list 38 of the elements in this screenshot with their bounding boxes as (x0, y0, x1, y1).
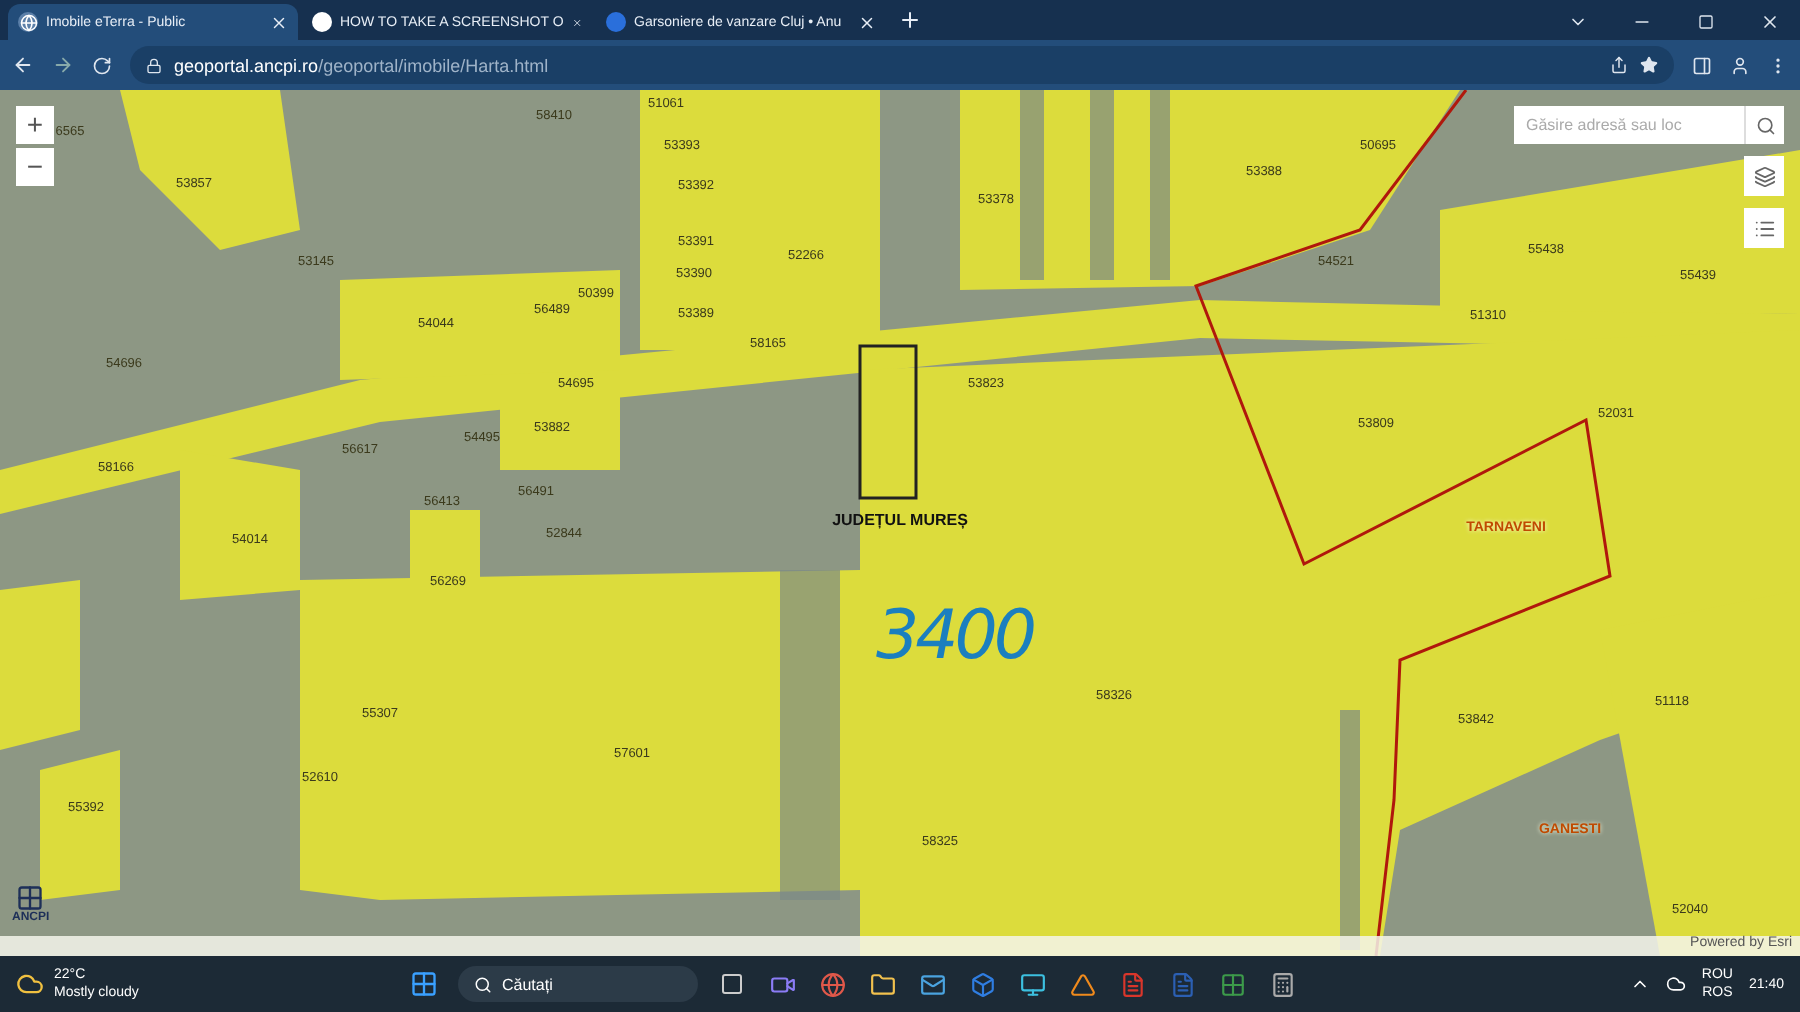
logo-icon (16, 884, 45, 912)
globe-icon (18, 12, 38, 32)
search-icon (1755, 115, 1775, 135)
place-label: JUDEȚUL MUREȘ (832, 511, 968, 529)
folder-icon[interactable] (866, 968, 898, 1000)
search-button[interactable] (1744, 106, 1784, 144)
address-search-field[interactable]: Găsire adresă sau loc (1514, 106, 1744, 144)
cloud-icon[interactable] (1665, 974, 1686, 994)
back-icon[interactable] (12, 54, 34, 76)
taskbar-search-field[interactable]: Căutați (458, 966, 698, 1002)
new-tab-icon[interactable] (898, 8, 922, 32)
lock-icon (146, 57, 162, 73)
close-icon[interactable] (270, 13, 288, 31)
box-icon[interactable] (966, 968, 998, 1000)
url-path: /geoportal/imobile/Harta.html (318, 55, 549, 75)
spreadsheet-icon[interactable] (1216, 968, 1248, 1000)
monitor-icon[interactable] (1016, 968, 1048, 1000)
profile-icon[interactable] (1730, 55, 1750, 75)
layers-button[interactable] (1744, 156, 1784, 196)
zoom-in-button[interactable]: + (16, 106, 54, 144)
url-host: geoportal.ancpi.ro (174, 55, 319, 75)
forward-icon[interactable] (52, 54, 74, 76)
reload-icon[interactable] (92, 55, 112, 75)
legend-button[interactable] (1744, 208, 1784, 248)
share-icon[interactable] (1610, 56, 1628, 74)
handwritten-number: 3400 (876, 596, 1034, 676)
circle-icon (312, 12, 332, 32)
address-field[interactable]: geoportal.ancpi.ro/geoportal/imobile/Harta.html (130, 46, 1674, 84)
start-icon[interactable] (408, 968, 440, 1000)
close-icon[interactable] (858, 13, 876, 31)
zoom-out-button[interactable]: − (16, 148, 54, 186)
browser-icon[interactable] (816, 968, 848, 1000)
star-icon[interactable] (1640, 56, 1658, 74)
weather-icon[interactable] (16, 970, 44, 998)
search-icon (474, 975, 492, 993)
layers-icon (1753, 165, 1775, 187)
sidebar-icon[interactable] (1692, 55, 1712, 75)
window-icon[interactable] (716, 968, 748, 1000)
